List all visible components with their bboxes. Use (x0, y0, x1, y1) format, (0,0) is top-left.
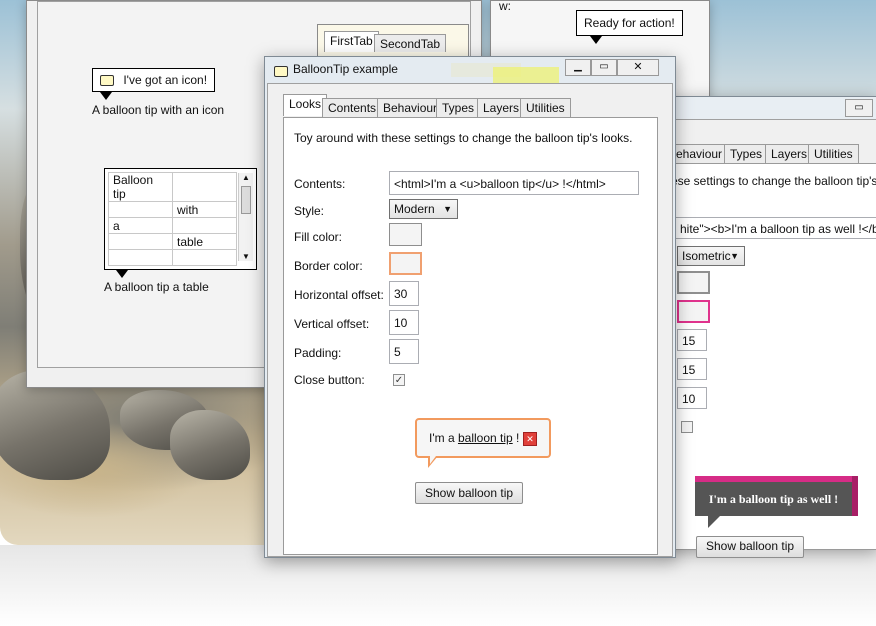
tip-table: Balloon tip with a table (108, 172, 237, 266)
close-button-label: Close button: (294, 373, 365, 387)
action-tip-tail (590, 36, 602, 44)
isometric-balloon-tail (708, 516, 720, 528)
table-cell (172, 172, 237, 202)
tab-layers[interactable]: Layers (765, 144, 814, 163)
table-cell (108, 233, 173, 250)
balloon-link: balloon tip (457, 431, 513, 445)
tab-types[interactable]: Types (724, 144, 769, 163)
table-row: with (108, 201, 237, 218)
right-show-button[interactable]: Show balloon tip (696, 536, 804, 558)
tab-layers[interactable]: Layers (477, 98, 526, 117)
tab-contents[interactable]: Contents (322, 98, 383, 117)
scroll-thumb[interactable] (241, 186, 251, 214)
scroll-down-icon[interactable]: ▼ (239, 252, 253, 261)
chevron-down-icon: ▼ (443, 204, 452, 214)
preview-balloon-text: I'm a balloon tip ! (429, 431, 519, 445)
right-contents-field[interactable]: hite"><b>I'm a balloon tip as well !</b>… (675, 217, 876, 239)
table-cell (172, 249, 237, 266)
icon-tip-text: I've got an icon! (123, 73, 208, 87)
fill-color-swatch[interactable] (389, 223, 422, 246)
right-voffset-field[interactable]: 15 (677, 358, 707, 380)
table-row (108, 249, 237, 266)
table-tip-caption: A balloon tip a table (104, 280, 209, 294)
contents-label: Contents: (294, 177, 346, 191)
highlight-glow (493, 67, 559, 83)
icon-balloon-tip: I've got an icon! (92, 68, 216, 92)
balloon-prefix: I'm a (429, 431, 458, 445)
tab-first[interactable]: FirstTab (324, 31, 379, 52)
tab-types[interactable]: Types (436, 98, 481, 117)
close-button-checkbox[interactable]: ✓ (393, 374, 405, 386)
icon-tip-tail (100, 92, 112, 100)
right-border-swatch[interactable] (677, 300, 710, 323)
table-cell (108, 201, 173, 218)
isometric-balloon: I'm a balloon tip as well ! (695, 482, 852, 516)
balloon-suffix: ! (512, 431, 520, 445)
scroll-up-icon[interactable]: ▲ (239, 173, 253, 182)
intro-text: Toy around with these settings to change… (294, 131, 633, 145)
horizontal-offset-field[interactable]: 30 (389, 281, 419, 306)
right-padding-field[interactable]: 10 (677, 387, 707, 409)
minimize-button[interactable]: ▁ (565, 59, 591, 76)
close-icon[interactable]: ✕ (523, 432, 537, 446)
restore-button[interactable]: ▭ (845, 99, 873, 117)
right-style-select[interactable]: Isometric ▼ (677, 246, 745, 266)
speech-bubble-icon (100, 75, 114, 87)
tab-looks[interactable]: Looks (283, 94, 328, 116)
main-window-client: Looks Contents Behaviour Types Layers Ut… (267, 83, 673, 557)
window-title: BalloonTip example (293, 62, 398, 76)
right-intro-text: ese settings to change the balloon tip's… (671, 174, 876, 188)
table-cell: a (108, 217, 173, 234)
fill-color-label: Fill color: (294, 230, 343, 244)
tab-second[interactable]: SecondTab (374, 34, 447, 52)
balloontip-example-window[interactable]: BalloonTip example ▁ ▭ ✕ Looks Contents … (264, 56, 676, 558)
show-balloon-tip-button[interactable]: Show balloon tip (415, 482, 523, 504)
window-controls: ▁ ▭ ✕ (565, 59, 663, 76)
padding-field[interactable]: 5 (389, 339, 419, 364)
right-fill-swatch[interactable] (677, 271, 710, 294)
right-hoffset-field[interactable]: 15 (677, 329, 707, 351)
tab-behaviour[interactable]: Behaviour (377, 98, 444, 117)
table-balloon-tip: Balloon tip with a table ▲ ▼ (104, 168, 257, 270)
table-cell (172, 217, 237, 234)
table-cell: with (172, 201, 237, 218)
icon-tip-caption: A balloon tip with an icon (92, 103, 225, 117)
style-label: Style: (294, 204, 325, 218)
contents-field[interactable]: <html>I'm a <u>balloon tip</u> !</html> (389, 171, 639, 195)
app-icon (274, 66, 288, 78)
right-style-value: Isometric (682, 249, 731, 263)
table-tip-tail (116, 270, 128, 278)
table-row: Balloon tip (108, 172, 237, 202)
table-cell: Balloon tip (108, 172, 173, 202)
tab-behaviour[interactable]: ehaviour (670, 144, 729, 163)
tab-utilities[interactable]: Utilities (520, 98, 571, 117)
action-tip-text: Ready for action! (584, 16, 675, 30)
table-row: table (108, 233, 237, 250)
looks-tab-panel: Toy around with these settings to change… (283, 117, 658, 555)
padding-label: Padding: (294, 346, 342, 360)
table-row: a (108, 217, 237, 234)
chevron-down-icon: ▼ (730, 251, 739, 261)
right-close-checkbox[interactable] (681, 421, 693, 433)
action-balloon-tip: Ready for action! (576, 10, 683, 36)
table-cell (108, 249, 173, 266)
second-window-label: w: (499, 0, 511, 13)
style-select[interactable]: Modern ▼ (389, 199, 458, 219)
vertical-offset-field[interactable]: 10 (389, 310, 419, 335)
table-scrollbar[interactable]: ▲ ▼ (238, 173, 253, 261)
vertical-offset-label: Vertical offset: (294, 317, 370, 331)
preview-balloon-tail-fill (430, 456, 436, 464)
preview-balloon-tip: I'm a balloon tip ! ✕ (415, 418, 551, 458)
horizontal-offset-label: Horizontal offset: (294, 288, 384, 302)
border-color-label: Border color: (294, 259, 363, 273)
table-cell: table (172, 233, 237, 250)
isometric-balloon-side (852, 476, 858, 516)
style-value: Modern (394, 202, 435, 216)
maximize-button[interactable]: ▭ (591, 59, 617, 76)
border-color-swatch[interactable] (389, 252, 422, 275)
close-window-button[interactable]: ✕ (617, 59, 659, 76)
wallpaper-rock (170, 410, 250, 480)
tab-utilities[interactable]: Utilities (808, 144, 859, 163)
